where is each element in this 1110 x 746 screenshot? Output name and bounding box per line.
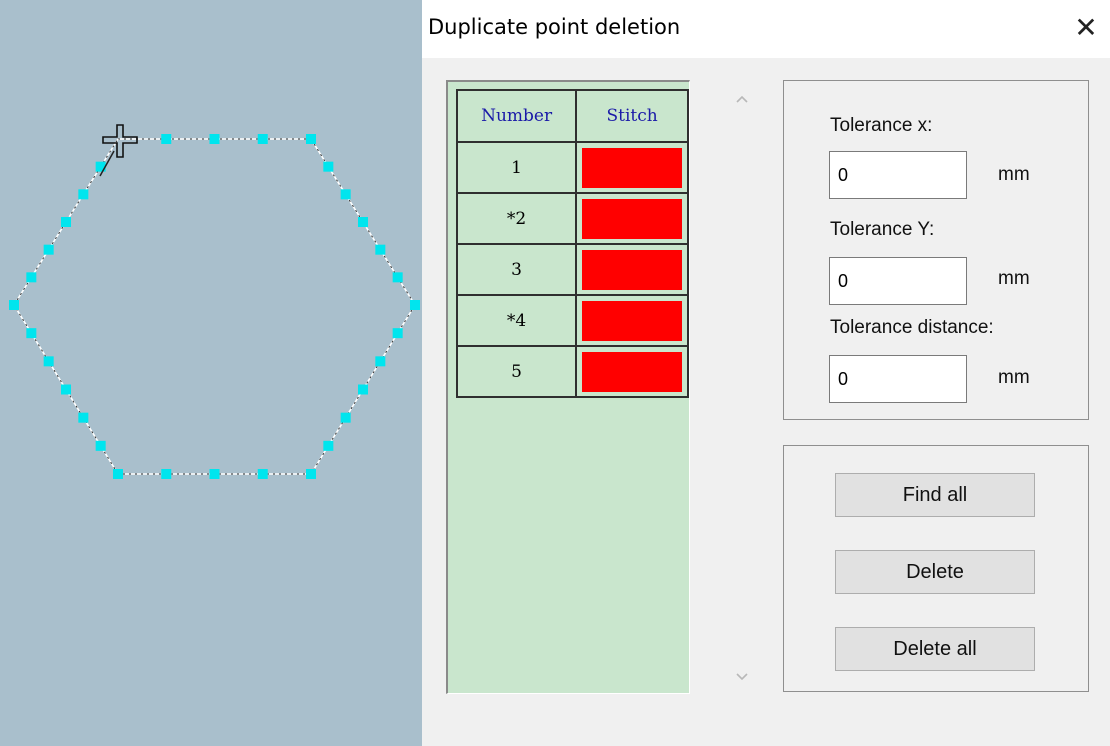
table-row[interactable]: 5 (455, 345, 689, 398)
stitch-point (43, 244, 54, 255)
stitch-point (61, 384, 71, 395)
design-canvas[interactable] (0, 0, 422, 746)
stitch-color-swatch (582, 300, 683, 341)
column-header-stitch: Stitch (575, 89, 689, 143)
stitch-point (26, 272, 37, 283)
stitch-point (323, 161, 334, 172)
tolerance-y-unit: mm (998, 268, 1030, 289)
stitch-point (209, 134, 220, 144)
stitch-point (257, 134, 268, 144)
tolerance-y-input[interactable] (829, 257, 967, 305)
delete-button[interactable]: Delete (835, 550, 1035, 594)
stitch-point (78, 189, 89, 200)
stitch-points (9, 134, 420, 479)
table-row[interactable]: *2 (455, 192, 689, 245)
chevron-down-icon[interactable] (727, 666, 757, 690)
stitch-point (61, 217, 71, 227)
stitch-color-swatch (582, 198, 683, 239)
stitch-point (95, 440, 106, 451)
stitch-point (9, 300, 19, 310)
stitch-point (209, 469, 220, 479)
tolerance-y-label: Tolerance Y: (830, 219, 935, 240)
stitch-point (113, 469, 123, 479)
stitch-table: Number Stitch 1 *2 3 *4 5 (455, 89, 689, 398)
tolerance-x-label: Tolerance x: (830, 115, 933, 136)
row-number: 5 (455, 345, 578, 398)
row-number: *2 (455, 192, 578, 245)
tolerance-x-unit: mm (998, 164, 1030, 185)
stitch-point (375, 356, 386, 367)
stitch-point (375, 244, 386, 255)
find-all-button[interactable]: Find all (835, 473, 1035, 517)
row-number: *4 (455, 294, 578, 347)
stitch-point (26, 328, 37, 339)
stitch-point (78, 412, 89, 423)
stitch-point (392, 328, 403, 339)
stitch-point (358, 384, 368, 395)
stitch-point (161, 134, 172, 144)
stitch-point (95, 161, 106, 172)
stitch-point (323, 440, 334, 451)
stitch-point (306, 469, 316, 479)
stitch-color-swatch (582, 147, 683, 188)
stitch-cell (575, 192, 689, 245)
tolerance-group: Tolerance x: mm Tolerance Y: mm Toleranc… (783, 80, 1089, 420)
dialog-title: Duplicate point deletion (428, 15, 681, 39)
stitch-lines (13, 138, 416, 475)
stitch-point (392, 272, 403, 283)
stitch-list-panel: Number Stitch 1 *2 3 *4 5 (446, 80, 690, 694)
stitch-point (358, 217, 368, 227)
stitch-point (43, 356, 54, 367)
stitch-point (340, 189, 351, 200)
duplicate-point-dialog: Duplicate point deletion ✕ Number Stitch… (422, 0, 1110, 746)
close-icon[interactable]: ✕ (1068, 10, 1104, 46)
stitch-cell (575, 345, 689, 398)
stitch-cell (575, 141, 689, 194)
row-number: 1 (455, 141, 578, 194)
chevron-up-icon[interactable] (727, 88, 757, 112)
stitch-cell (575, 243, 689, 296)
stitch-point (306, 134, 316, 144)
stitch-color-swatch (582, 249, 683, 290)
delete-all-button[interactable]: Delete all (835, 627, 1035, 671)
tolerance-distance-input[interactable] (829, 355, 967, 403)
title-bar: Duplicate point deletion ✕ (422, 0, 1110, 58)
table-row[interactable]: 1 (455, 141, 689, 194)
hexagon-stitch-path (9, 124, 420, 479)
row-number: 3 (455, 243, 578, 296)
stitch-point (340, 412, 351, 423)
tolerance-distance-unit: mm (998, 367, 1030, 388)
stitch-point (161, 469, 172, 479)
stitch-point (257, 469, 268, 479)
stitch-point (410, 300, 420, 310)
action-button-group: Find all Delete Delete all (783, 445, 1089, 692)
stitch-color-swatch (582, 351, 683, 392)
column-header-number: Number (455, 89, 578, 143)
stitch-cell (575, 294, 689, 347)
table-row[interactable]: 3 (455, 243, 689, 296)
vertical-scrollbar[interactable] (727, 82, 757, 694)
table-row[interactable]: *4 (455, 294, 689, 347)
tolerance-distance-label: Tolerance distance: (830, 317, 994, 338)
tolerance-x-input[interactable] (829, 151, 967, 199)
